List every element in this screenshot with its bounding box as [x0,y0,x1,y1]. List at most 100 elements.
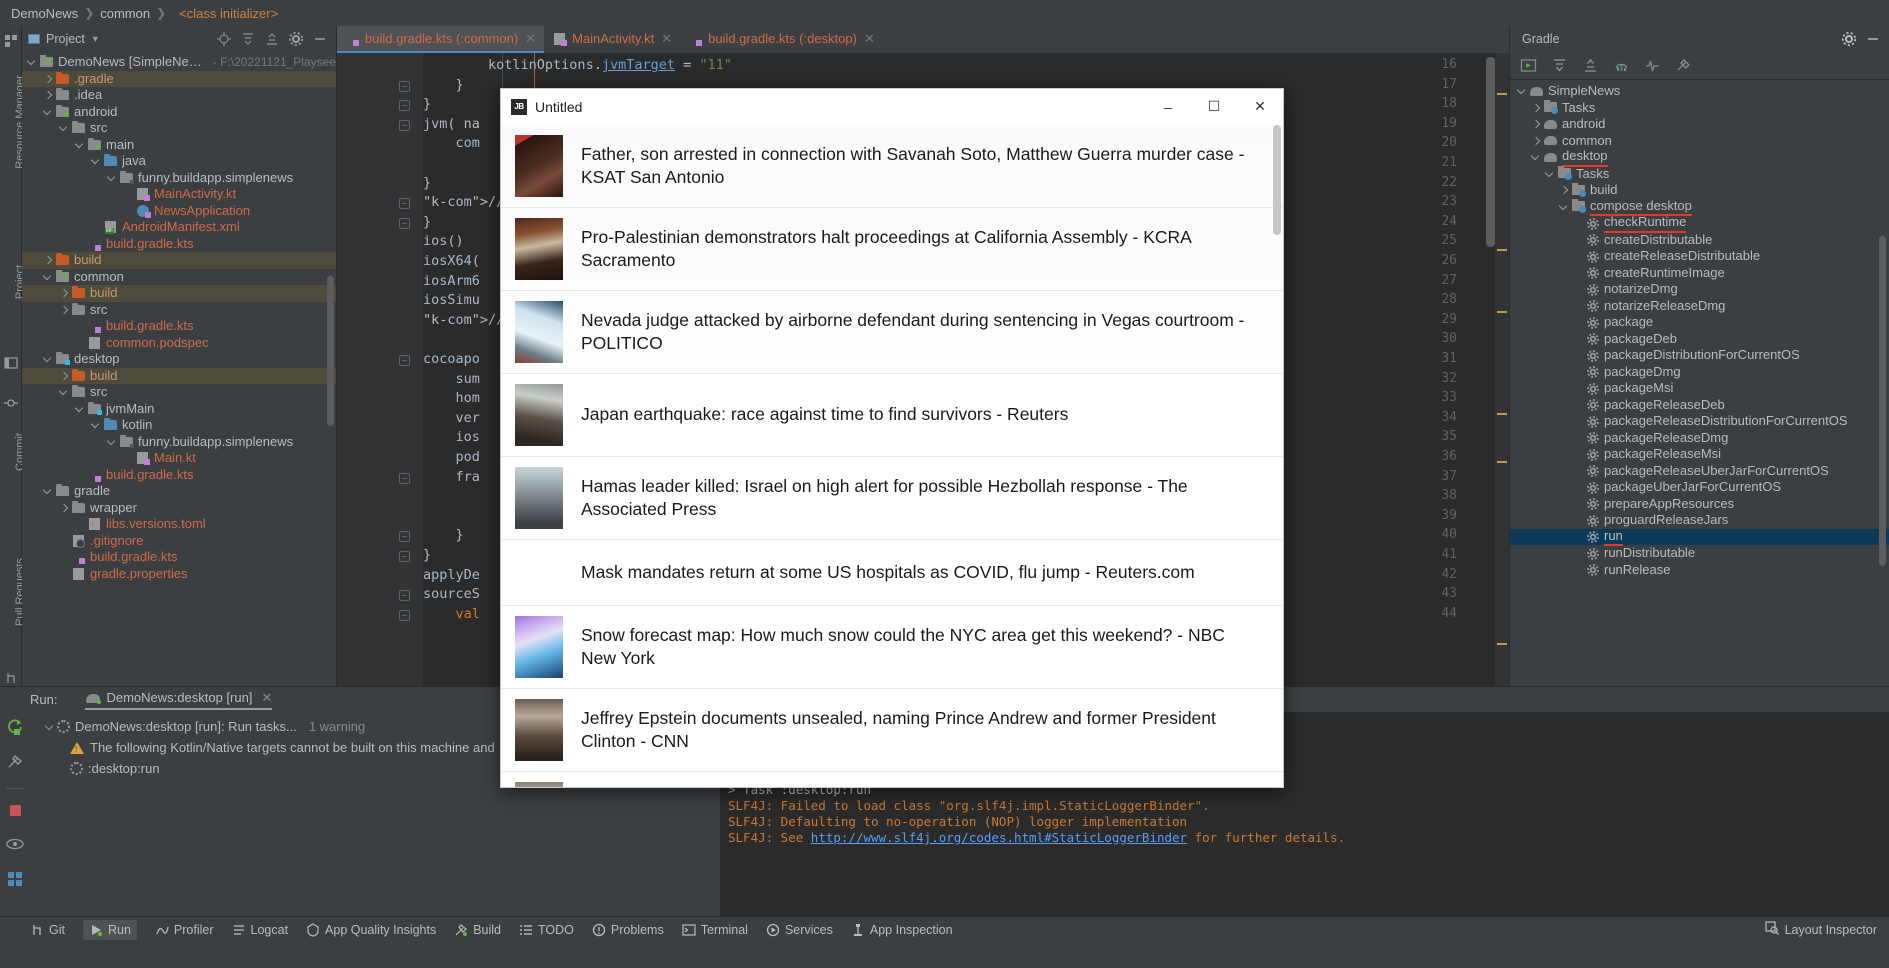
news-list[interactable]: Father, son arrested in connection with … [501,125,1283,787]
news-list-item[interactable]: Jeffrey Epstein documents unsealed, nami… [501,689,1283,772]
chevron-down-icon[interactable]: ▼ [91,34,100,44]
project-tree-row[interactable]: .gitignore [22,533,336,550]
gradle-tree-row[interactable]: packageReleaseUberJarForCurrentOS [1510,463,1889,480]
code-line[interactable]: } [423,96,431,112]
news-headline[interactable]: Hamas leader killed: Israel on high aler… [581,475,1261,522]
minimize-icon[interactable] [312,31,328,47]
project-tree-row[interactable]: build [22,367,336,384]
status-bar-item-app-inspection[interactable]: App Inspection [851,923,953,937]
expand-all-icon[interactable] [1551,57,1568,74]
chevron-down-icon[interactable] [58,122,70,134]
gradle-tree-row[interactable]: run [1510,528,1889,546]
status-bar-item-app-quality-insights[interactable]: App Quality Insights [306,923,436,937]
project-window-icon[interactable] [4,356,19,371]
status-bar-item-problems[interactable]: Problems [592,923,664,937]
project-tree-row[interactable]: funny.buildapp.simplenews [22,170,336,187]
news-list-item[interactable]: Father, son arrested in connection with … [501,125,1283,208]
code-line[interactable]: ios [423,429,480,445]
breadcrumb-class-initializer[interactable]: <class initializer> [179,6,278,21]
fold-toggle-icon[interactable] [399,217,410,229]
status-bar-item-build[interactable]: Build [454,923,501,937]
chevron-right-icon[interactable] [1530,135,1542,147]
chevron-down-icon[interactable] [42,353,54,365]
execute-gradle-task-icon[interactable] [1520,57,1537,74]
fold-toggle-icon[interactable] [399,590,410,602]
news-app-window[interactable]: JB Untitled – ☐ ✕ Father, son arrested i… [500,88,1284,788]
chevron-down-icon[interactable] [44,721,56,733]
warning-marker[interactable] [1497,93,1507,95]
gradle-tree-row[interactable]: packageReleaseDmg [1510,430,1889,447]
gradle-task-tree[interactable]: SimpleNews Tasks android common desktop Tasks… [1510,80,1889,578]
project-tree-row[interactable]: java [22,153,336,170]
chevron-right-icon[interactable] [1530,118,1542,130]
warning-marker[interactable] [1497,643,1507,645]
chevron-down-icon[interactable] [106,172,118,184]
project-tree-row[interactable]: gradle [22,483,336,500]
code-line[interactable]: com [423,135,480,151]
close-icon[interactable]: ✕ [261,690,272,706]
close-tab-icon[interactable]: ✕ [661,31,672,47]
maximize-button[interactable]: ☐ [1191,89,1237,125]
gradle-tree-row[interactable]: Tasks [1510,166,1889,183]
project-tree-row[interactable]: build.gradle.kts [22,467,336,484]
gradle-tree-row[interactable]: packageUberJarForCurrentOS [1510,479,1889,496]
chevron-down-icon[interactable] [90,419,102,431]
project-file-tree[interactable]: DemoNews [SimpleNews] - F:\20221121_Plays… [22,52,336,582]
news-scrollbar[interactable] [1272,125,1282,787]
run-tab[interactable]: DemoNews:desktop [run] ✕ [85,690,273,710]
fold-toggle-icon[interactable] [399,551,410,562]
gradle-tree-row[interactable]: packageMsi [1510,380,1889,397]
news-list-item[interactable]: Pro-Palestinian demonstrators halt proce… [501,208,1283,291]
project-tree-row[interactable]: funny.buildapp.simplenews [22,434,336,451]
fold-toggle-icon[interactable] [399,198,410,210]
gradle-tree-row[interactable]: createDistributable [1510,232,1889,249]
gradle-tree-row[interactable]: proguardReleaseJars [1510,512,1889,529]
warning-marker[interactable] [1497,461,1507,463]
stop-icon[interactable] [8,803,23,821]
chevron-down-icon[interactable] [26,56,38,68]
warning-marker[interactable] [1497,249,1507,251]
locate-file-icon[interactable] [216,31,232,47]
news-headline[interactable]: Mask mandates return at some US hospital… [581,561,1195,584]
gradle-tree-row[interactable]: SimpleNews [1510,83,1889,100]
fold-toggle-icon[interactable] [399,355,410,366]
gradle-tree-row[interactable]: packageDmg [1510,364,1889,381]
project-tree-row[interactable]: NewsApplication [22,203,336,220]
code-line[interactable]: fra [423,469,480,485]
gradle-tree-row[interactable]: checkRuntime [1510,214,1889,233]
project-tree-row[interactable]: AndroidManifest.xml [22,219,336,236]
project-tree-row[interactable]: build [22,285,336,302]
breadcrumb-item-project[interactable]: DemoNews [8,6,81,21]
project-tree-row[interactable]: common [22,269,336,286]
news-list-item[interactable]: Hamas leader killed: Israel on high aler… [501,457,1283,540]
fold-toggle-icon[interactable] [399,472,410,484]
code-line[interactable]: sum [423,371,480,387]
code-line[interactable]: } [423,77,464,93]
project-tree-row[interactable]: libs.versions.toml [22,516,336,533]
eye-icon[interactable] [6,835,24,856]
chevron-right-icon[interactable] [42,254,54,266]
code-line[interactable]: ios() [423,233,464,249]
project-tree-row[interactable]: wrapper [22,500,336,517]
project-tree-row[interactable]: src [22,120,336,137]
code-line[interactable]: applyDe [423,567,480,583]
gradle-tree-row[interactable]: common [1510,133,1889,150]
project-tree-row[interactable]: src [22,302,336,319]
gradle-tree-row[interactable]: runDistributable [1510,545,1889,562]
news-headline[interactable]: Nevada judge attacked by airborne defend… [581,309,1261,356]
code-line[interactable]: } [423,175,431,191]
project-tree-row[interactable]: main [22,137,336,154]
project-tree-row[interactable]: .gradle [22,70,336,87]
expand-all-icon[interactable] [240,31,256,47]
code-line[interactable]: hom [423,390,480,406]
code-line[interactable]: jvm( na [423,116,480,132]
rerun-icon[interactable] [6,718,24,739]
close-tab-icon[interactable]: ✕ [525,31,536,47]
gradle-tree-row[interactable]: prepareAppResources [1510,496,1889,513]
chevron-right-icon[interactable] [42,89,54,101]
gradle-tree-row[interactable]: packageReleaseMsi [1510,446,1889,463]
code-line[interactable]: val [423,606,480,622]
chevron-down-icon[interactable] [58,386,70,398]
chevron-down-icon[interactable] [1530,151,1542,163]
news-headline[interactable]: Pro-Palestinian demonstrators halt proce… [581,226,1261,273]
